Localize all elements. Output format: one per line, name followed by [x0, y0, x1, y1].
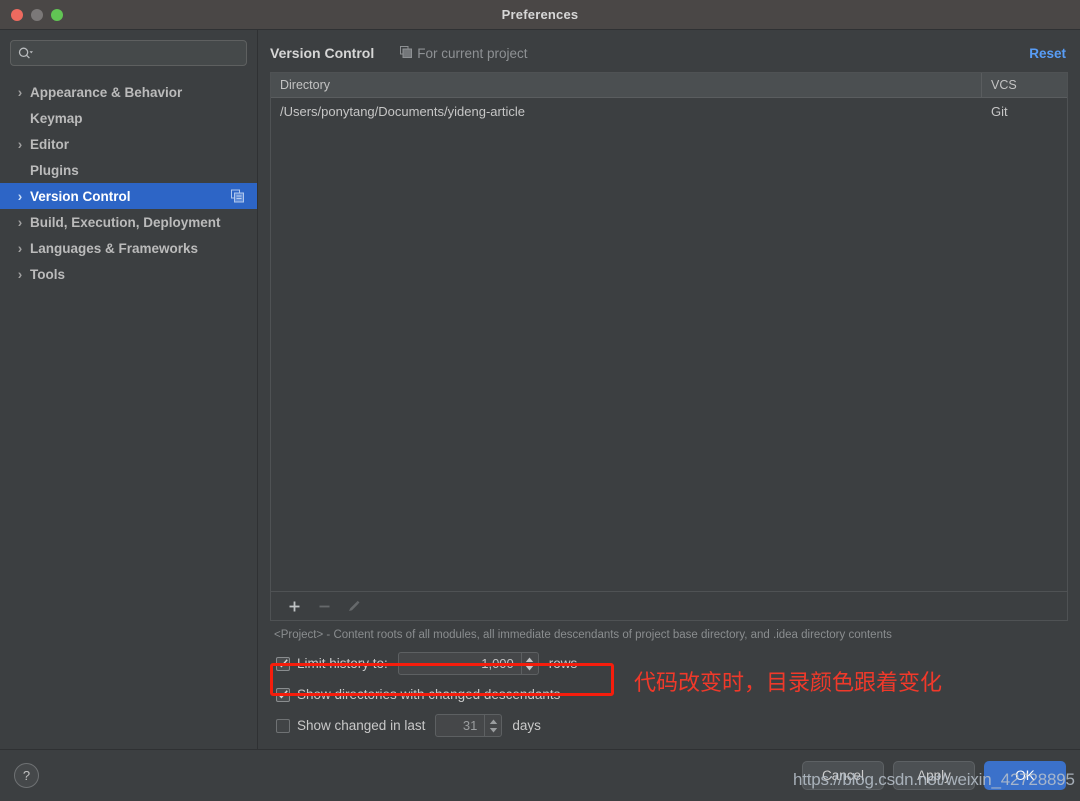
show-changed-label: Show changed in last	[297, 718, 425, 733]
remove-directory-button[interactable]	[309, 594, 339, 618]
add-directory-button[interactable]	[279, 594, 309, 618]
project-scope-icon	[231, 190, 244, 203]
table-body: /Users/ponytang/Documents/yideng-article…	[271, 98, 1067, 591]
apply-button[interactable]: Apply	[893, 761, 975, 790]
window-controls	[0, 9, 63, 21]
chevron-right-icon: ›	[13, 137, 27, 152]
sidebar-item-label: Plugins	[30, 163, 79, 178]
settings-tree: › Appearance & Behavior Keymap › Editor …	[0, 77, 257, 749]
check-icon	[278, 690, 288, 699]
vcs-directory-table: Directory VCS /Users/ponytang/Documents/…	[270, 72, 1068, 621]
project-icon	[400, 46, 412, 61]
show-directories-label: Show directories with changed descendant…	[297, 687, 560, 702]
sidebar-item-appearance-behavior[interactable]: › Appearance & Behavior	[0, 79, 257, 105]
chevron-right-icon: ›	[13, 241, 27, 256]
settings-sidebar: › Appearance & Behavior Keymap › Editor …	[0, 30, 258, 749]
stepper-arrows[interactable]	[521, 653, 538, 674]
window-title: Preferences	[0, 7, 1080, 22]
sidebar-item-version-control[interactable]: › Version Control	[0, 183, 257, 209]
window-titlebar: Preferences	[0, 0, 1080, 30]
settings-content-pane: Version Control For current project Rese…	[258, 30, 1080, 749]
sidebar-item-label: Build, Execution, Deployment	[30, 215, 221, 230]
footer-button-group: Cancel Apply OK	[802, 761, 1066, 790]
limit-history-value[interactable]: 1,000	[399, 653, 521, 674]
check-icon	[278, 659, 288, 668]
stepper-arrows[interactable]	[484, 715, 501, 736]
limit-history-stepper[interactable]: 1,000	[398, 652, 539, 675]
show-directories-checkbox[interactable]	[276, 688, 290, 702]
sidebar-item-label: Editor	[30, 137, 69, 152]
sidebar-item-languages-frameworks[interactable]: › Languages & Frameworks	[0, 235, 257, 261]
show-changed-checkbox[interactable]	[276, 719, 290, 733]
preferences-window: Preferences ›	[0, 0, 1080, 801]
limit-history-unit: rows	[549, 656, 578, 671]
sidebar-item-tools[interactable]: › Tools	[0, 261, 257, 287]
chevron-down-icon	[525, 665, 534, 671]
chevron-right-icon: ›	[13, 85, 27, 100]
sidebar-item-editor[interactable]: › Editor	[0, 131, 257, 157]
page-title: Version Control	[270, 45, 374, 61]
show-changed-stepper[interactable]: 31	[435, 714, 502, 737]
zoom-icon[interactable]	[51, 9, 63, 21]
content-header: Version Control For current project Rese…	[270, 30, 1068, 72]
chevron-up-icon	[525, 657, 534, 663]
show-changed-unit: days	[512, 718, 541, 733]
ok-button[interactable]: OK	[984, 761, 1066, 790]
annotation-text: 代码改变时，目录颜色跟着变化	[634, 665, 942, 697]
table-hint-text: <Project> - Content roots of all modules…	[270, 621, 1068, 648]
option-show-changed-row: Show changed in last 31 days	[276, 710, 1068, 741]
chevron-right-icon: ›	[13, 215, 27, 230]
minus-icon	[318, 600, 331, 613]
chevron-right-icon: ›	[13, 267, 27, 282]
project-scope-label: For current project	[417, 46, 527, 61]
sidebar-item-label: Keymap	[30, 111, 83, 126]
sidebar-item-label: Languages & Frameworks	[30, 241, 198, 256]
edit-directory-button[interactable]	[339, 594, 369, 618]
limit-history-checkbox[interactable]	[276, 657, 290, 671]
column-header-vcs[interactable]: VCS	[982, 73, 1067, 97]
search-box[interactable]	[10, 40, 247, 66]
window-body: › Appearance & Behavior Keymap › Editor …	[0, 30, 1080, 749]
plus-icon	[288, 600, 301, 613]
search-icon	[18, 47, 33, 60]
column-header-directory[interactable]: Directory	[271, 73, 982, 97]
help-button[interactable]: ?	[14, 763, 39, 788]
cell-vcs: Git	[982, 104, 1067, 119]
search-container	[0, 40, 257, 77]
sidebar-item-build-execution-deployment[interactable]: › Build, Execution, Deployment	[0, 209, 257, 235]
search-input[interactable]	[37, 46, 239, 60]
table-toolbar	[271, 591, 1067, 620]
limit-history-label: Limit history to:	[297, 656, 388, 671]
dialog-footer: ? Cancel Apply OK	[0, 749, 1080, 801]
vcs-options-form: Limit history to: 1,000 rows	[270, 648, 1068, 749]
pencil-icon	[347, 599, 361, 613]
close-icon[interactable]	[11, 9, 23, 21]
chevron-down-icon	[489, 727, 498, 733]
table-header-row: Directory VCS	[271, 73, 1067, 98]
table-row[interactable]: /Users/ponytang/Documents/yideng-article…	[271, 98, 1067, 125]
sidebar-item-keymap[interactable]: Keymap	[0, 105, 257, 131]
chevron-up-icon	[489, 719, 498, 725]
sidebar-item-label: Version Control	[30, 189, 131, 204]
minimize-icon[interactable]	[31, 9, 43, 21]
show-changed-value[interactable]: 31	[436, 715, 484, 736]
sidebar-item-label: Tools	[30, 267, 65, 282]
reset-link[interactable]: Reset	[1029, 46, 1068, 61]
sidebar-item-label: Appearance & Behavior	[30, 85, 182, 100]
sidebar-item-plugins[interactable]: Plugins	[0, 157, 257, 183]
chevron-right-icon: ›	[13, 189, 27, 204]
project-scope-chip[interactable]: For current project	[400, 46, 527, 61]
cancel-button[interactable]: Cancel	[802, 761, 884, 790]
cell-directory: /Users/ponytang/Documents/yideng-article	[271, 104, 982, 119]
